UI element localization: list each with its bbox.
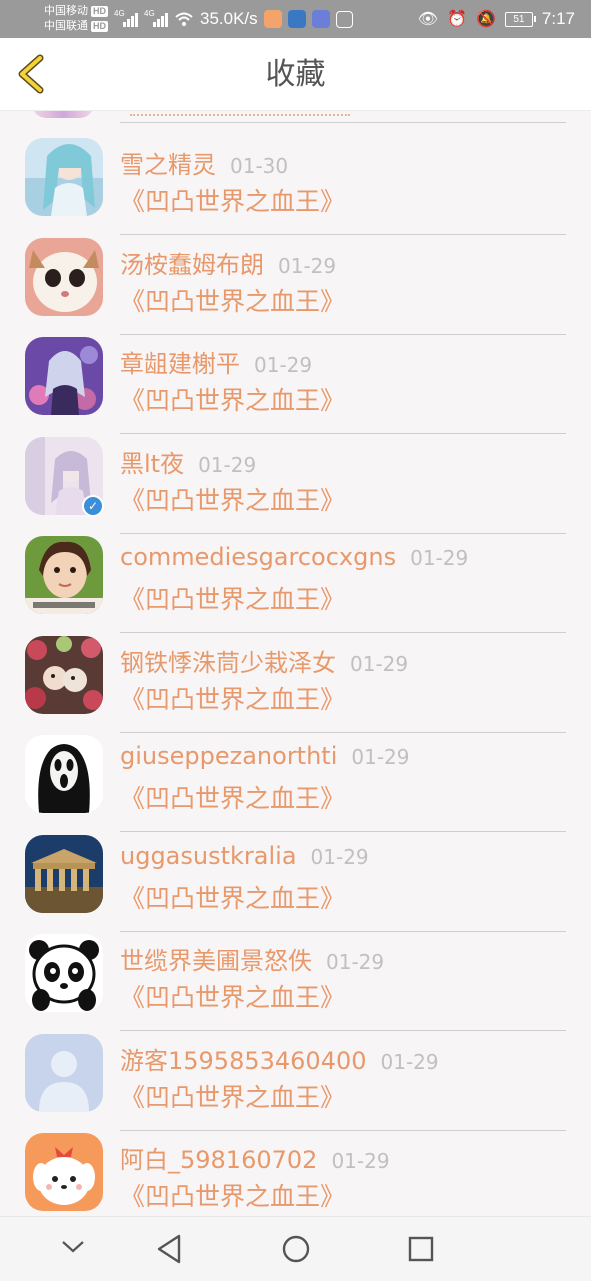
user-name[interactable]: 阿白_598160702 01-29 [120, 1140, 390, 1175]
chevron-down-icon[interactable] [60, 1239, 86, 1255]
user-name[interactable]: 钢铁悸洙茼少栽泽女 01-29 [120, 643, 408, 678]
user-name-text: 黑lt夜 [120, 449, 185, 478]
hand-icon [335, 10, 353, 28]
user-name-text: giuseppezanorthti [120, 742, 338, 770]
list-item[interactable]: 游客1595853460400 01-29 《凹凸世界之血王》 [0, 1019, 591, 1131]
user-name[interactable]: 游客1595853460400 01-29 [120, 1041, 439, 1076]
favorites-list: 雪之精灵 01-30 《凹凸世界之血王》 汤桉蠢姆布朗 01-29 《凹凸世界之血王》 章龃… [0, 110, 591, 1216]
book-title[interactable]: 《凹凸世界之血王》 [120, 680, 345, 716]
date: 01-29 [310, 844, 369, 869]
app-notification-icon [287, 10, 306, 28]
user-name-text: 阿白_598160702 [120, 1146, 318, 1174]
alarm-icon: ⏰ [447, 11, 467, 28]
avatar[interactable] [25, 735, 103, 813]
avatar[interactable] [25, 337, 103, 415]
user-name-text: 雪之精灵 [120, 151, 216, 179]
book-title[interactable]: 《凹凸世界之血王》 [120, 779, 345, 815]
list-item[interactable]: 章龃建榭平 01-29 《凹凸世界之血王》 [0, 322, 591, 434]
book-title[interactable]: 《凹凸世界之血王》 [120, 381, 345, 417]
avatar[interactable] [25, 1133, 103, 1211]
list-item[interactable]: 汤桉蠢姆布朗 01-29 《凹凸世界之血王》 [0, 223, 591, 335]
date: 01-30 [230, 154, 289, 178]
carrier-1: 中国移动 [44, 5, 88, 17]
date: 01-29 [254, 353, 313, 377]
hd-badge: HD [91, 6, 108, 17]
date: 01-29 [351, 745, 410, 769]
book-title[interactable]: 《凹凸世界之血王》 [120, 1078, 345, 1114]
list-item[interactable]: giuseppezanorthti 01-29 《凹凸世界之血王》 [0, 720, 591, 832]
date: 01-29 [410, 546, 469, 570]
recents-square-icon[interactable] [406, 1233, 436, 1265]
system-nav-bar [0, 1216, 591, 1281]
user-name-text: 章龃建榭平 [120, 350, 240, 378]
date: 01-29 [380, 1049, 439, 1074]
user-name[interactable]: 雪之精灵 01-30 [120, 145, 288, 180]
battery-icon: 51 [504, 11, 536, 27]
eye-icon: 👁 [417, 11, 439, 28]
avatar[interactable] [25, 237, 103, 316]
user-name[interactable]: commediesgarcocxgns 01-29 [120, 543, 468, 571]
date: 01-29 [326, 950, 385, 974]
avatar[interactable] [25, 934, 103, 1012]
book-title[interactable]: 《凹凸世界之血王》 [120, 978, 345, 1014]
app-header: 收藏 [0, 38, 591, 111]
avatar[interactable] [25, 635, 103, 714]
hd-badge: HD [91, 21, 108, 32]
user-name[interactable]: 章龃建榭平 01-29 [120, 344, 312, 379]
user-name-text: 钢铁悸洙茼少栽泽女 [120, 648, 336, 677]
music-icon [311, 10, 330, 28]
user-name[interactable]: 黑lt夜 01-29 [120, 444, 256, 479]
user-name-text: commediesgarcocxgns [120, 543, 397, 571]
mute-icon: 🔕 [475, 11, 496, 28]
network-speed: 35.0K/s [200, 9, 258, 28]
list-item[interactable]: 雪之精灵 01-30 《凹凸世界之血王》 [0, 123, 591, 235]
carrier-2: 中国联通 [44, 20, 88, 32]
page-title: 收藏 [265, 57, 326, 92]
user-name[interactable]: uggasustkralia 01-29 [120, 842, 369, 870]
verified-icon: ✓ [82, 494, 104, 517]
user-name[interactable]: giuseppezanorthti 01-29 [120, 742, 410, 770]
book-title[interactable]: 《凹凸世界之血王》 [120, 879, 345, 915]
avatar[interactable] [25, 1033, 103, 1112]
avatar[interactable] [25, 536, 103, 614]
list-item[interactable]: ✓ 黑lt夜 01-29 《凹凸世界之血王》 [0, 422, 591, 534]
list-item[interactable]: 世缆界美圃景怒佚 01-29 《凹凸世界之血王》 [0, 919, 591, 1031]
wifi-icon [175, 12, 193, 26]
date: 01-29 [331, 1149, 390, 1173]
signal-icon: 4G [114, 9, 138, 27]
back-triangle-icon[interactable] [155, 1233, 183, 1265]
user-name-text: uggasustkralia [120, 841, 297, 870]
user-name[interactable]: 汤桉蠢姆布朗 01-29 [120, 245, 336, 280]
book-title[interactable]: 《凹凸世界之血王》 [120, 481, 345, 517]
avatar[interactable] [25, 834, 103, 913]
book-title[interactable]: 《凹凸世界之血王》 [120, 1177, 345, 1213]
list-item[interactable]: 阿白_598160702 01-29 《凹凸世界之血王》 [0, 1118, 591, 1216]
list-item[interactable]: commediesgarcocxgns 01-29 《凹凸世界之血王》 [0, 521, 591, 633]
user-name[interactable]: 世缆界美圃景怒佚 01-29 [120, 941, 384, 976]
date: 01-29 [278, 253, 337, 278]
clock: 7:17 [541, 9, 575, 28]
status-bar: 中国移动 HD 中国联通 HD 4G 4G 35.0K/s 👁 ⏰ 🔕 51 7:1… [0, 0, 591, 38]
avatar[interactable] [25, 138, 103, 216]
app-notification-icon [263, 10, 282, 28]
signal-icon: 4G [144, 9, 168, 27]
home-circle-icon[interactable] [281, 1233, 311, 1265]
user-name-text: 游客1595853460400 [120, 1046, 367, 1075]
user-name-text: 世缆界美圃景怒佚 [120, 947, 312, 975]
book-title[interactable]: 《凹凸世界之血王》 [120, 282, 345, 318]
book-title[interactable]: 《凹凸世界之血王》 [120, 182, 345, 218]
list-item[interactable]: uggasustkralia 01-29 《凹凸世界之血王》 [0, 820, 591, 932]
carrier-info: 中国移动 HD 中国联通 HD [44, 4, 108, 34]
date: 01-29 [350, 651, 409, 676]
book-title[interactable]: 《凹凸世界之血王》 [120, 580, 345, 616]
date: 01-29 [198, 452, 257, 477]
list-item[interactable]: 钢铁悸洙茼少栽泽女 01-29 《凹凸世界之血王》 [0, 621, 591, 733]
user-name-text: 汤桉蠢姆布朗 [120, 250, 264, 279]
